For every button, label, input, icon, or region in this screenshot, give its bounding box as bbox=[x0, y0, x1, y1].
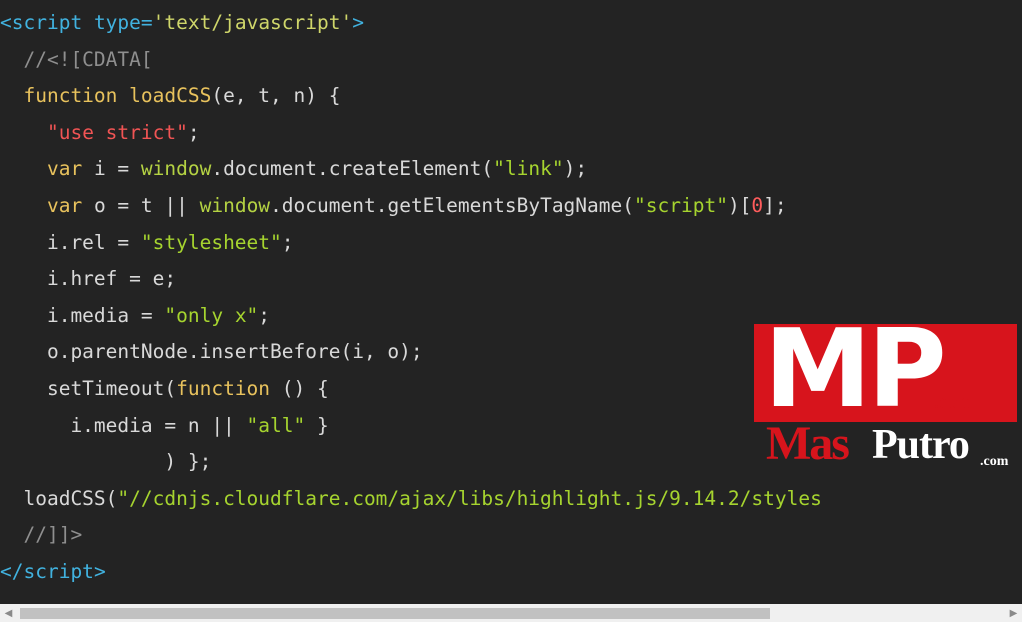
tag-open-bracket: < bbox=[0, 11, 12, 34]
keyword: function bbox=[23, 84, 118, 108]
number-literal: 0 bbox=[751, 193, 764, 217]
horizontal-scrollbar[interactable]: ◀ ▶ bbox=[0, 604, 1022, 622]
code-line-15: //]]> bbox=[0, 523, 83, 547]
code-text: } bbox=[305, 413, 329, 437]
tag-open-bracket: </ bbox=[0, 559, 24, 583]
code-text: .document.createElement( bbox=[211, 157, 494, 181]
string-literal: "stylesheet" bbox=[140, 230, 282, 254]
code-text: i = bbox=[82, 157, 141, 181]
scrollbar-thumb[interactable] bbox=[20, 608, 770, 619]
object-name: window bbox=[199, 193, 271, 217]
scroll-left-arrow-icon[interactable]: ◀ bbox=[0, 604, 17, 622]
code-line-16: </script> bbox=[0, 554, 1022, 591]
logo-com-text: .com bbox=[934, 391, 975, 413]
code-text: i.media = n || bbox=[0, 413, 247, 437]
tag-close-bracket: > bbox=[93, 559, 106, 583]
keyword: var bbox=[46, 157, 83, 181]
code-line-1: <script type='text/javascript'> bbox=[0, 5, 1022, 42]
code-text: ); bbox=[563, 157, 588, 181]
logo-name-mas: Mas bbox=[766, 417, 850, 470]
logo-name-putro: Putro bbox=[872, 422, 970, 468]
tag-name: script bbox=[23, 559, 94, 583]
tag-name: script bbox=[11, 11, 83, 34]
keyword: function bbox=[176, 376, 271, 400]
scroll-right-arrow-icon[interactable]: ▶ bbox=[1005, 604, 1022, 622]
string-literal: "//cdnjs.cloudflare.com/ajax/libs/highli… bbox=[117, 486, 822, 510]
masputro-watermark-logo: MP .com Mas Putro .com bbox=[754, 310, 1019, 470]
code-text: ; bbox=[258, 303, 271, 327]
code-text: ]; bbox=[763, 193, 787, 217]
logo-mp-text: MP bbox=[764, 307, 947, 432]
code-line-4: "use strict"; bbox=[0, 115, 1022, 152]
string-literal: "only x" bbox=[164, 303, 259, 327]
code-line-3: function loadCSS(e, t, n) { bbox=[0, 78, 1022, 115]
code-text: () { bbox=[270, 376, 329, 400]
code-line-8: i.href = e; bbox=[0, 267, 177, 291]
attr-value: 'text/javascript' bbox=[152, 11, 353, 34]
code-text: i.media = bbox=[0, 303, 165, 327]
code-text: loadCSS( bbox=[0, 486, 118, 510]
code-text: ; bbox=[281, 230, 294, 254]
function-name: loadCSS bbox=[117, 84, 212, 108]
code-line-7: i.rel = "stylesheet"; bbox=[0, 225, 1022, 262]
attr-name: type= bbox=[82, 11, 153, 34]
tag-close-bracket: > bbox=[352, 11, 364, 34]
code-text: ; bbox=[187, 120, 200, 144]
code-text: .document.getElementsByTagName( bbox=[270, 193, 635, 217]
code-text: )[ bbox=[727, 193, 752, 217]
code-text: o = t || bbox=[82, 193, 200, 217]
code-line-6: var o = t || window.document.getElements… bbox=[0, 188, 1022, 225]
string-literal: "all" bbox=[246, 413, 306, 437]
code-line-2: //<![CDATA[ bbox=[0, 47, 153, 71]
code-line-5: var i = window.document.createElement("l… bbox=[0, 151, 1022, 188]
logo-com-small: .com bbox=[980, 454, 1009, 469]
object-name: window bbox=[140, 157, 212, 181]
string-literal: "link" bbox=[493, 157, 564, 181]
keyword: var bbox=[46, 193, 83, 217]
code-line-14: loadCSS("//cdnjs.cloudflare.com/ajax/lib… bbox=[0, 481, 1022, 518]
code-text: i.rel = bbox=[0, 230, 141, 254]
code-text: setTimeout( bbox=[0, 376, 177, 400]
code-text: (e, t, n) { bbox=[211, 84, 341, 108]
string-literal: "use strict" bbox=[46, 120, 188, 144]
string-literal: "script" bbox=[634, 193, 728, 217]
code-block: <script type='text/javascript'> //<![CDA… bbox=[0, 0, 1022, 604]
